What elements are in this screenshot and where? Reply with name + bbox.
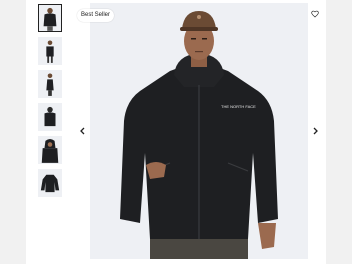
thumbnail-flat[interactable]: [38, 169, 62, 197]
thumbnail-profile[interactable]: [38, 70, 62, 98]
thumbnail-front[interactable]: [38, 4, 62, 32]
next-image-button[interactable]: [311, 126, 321, 136]
chevron-left-icon: [80, 127, 85, 135]
left-gutter: [0, 0, 26, 264]
best-seller-badge: Best Seller: [77, 9, 115, 22]
jacket-model-illustration: THE NORTH FACE: [90, 3, 308, 259]
thumbnail-back[interactable]: [38, 103, 62, 131]
thumbnail-hood[interactable]: [38, 136, 62, 164]
product-main-image: THE NORTH FACE: [90, 3, 308, 259]
thumbnail-side[interactable]: [38, 37, 62, 65]
heart-icon: [311, 10, 319, 18]
thumbnail-strip: [38, 4, 64, 202]
right-gutter: [326, 0, 352, 264]
chevron-right-icon: [313, 127, 318, 135]
wishlist-button[interactable]: [309, 8, 321, 20]
product-gallery-page: THE NORTH FACE Best Seller: [0, 0, 352, 264]
previous-image-button[interactable]: [77, 126, 87, 136]
svg-text:THE NORTH FACE: THE NORTH FACE: [221, 104, 256, 109]
